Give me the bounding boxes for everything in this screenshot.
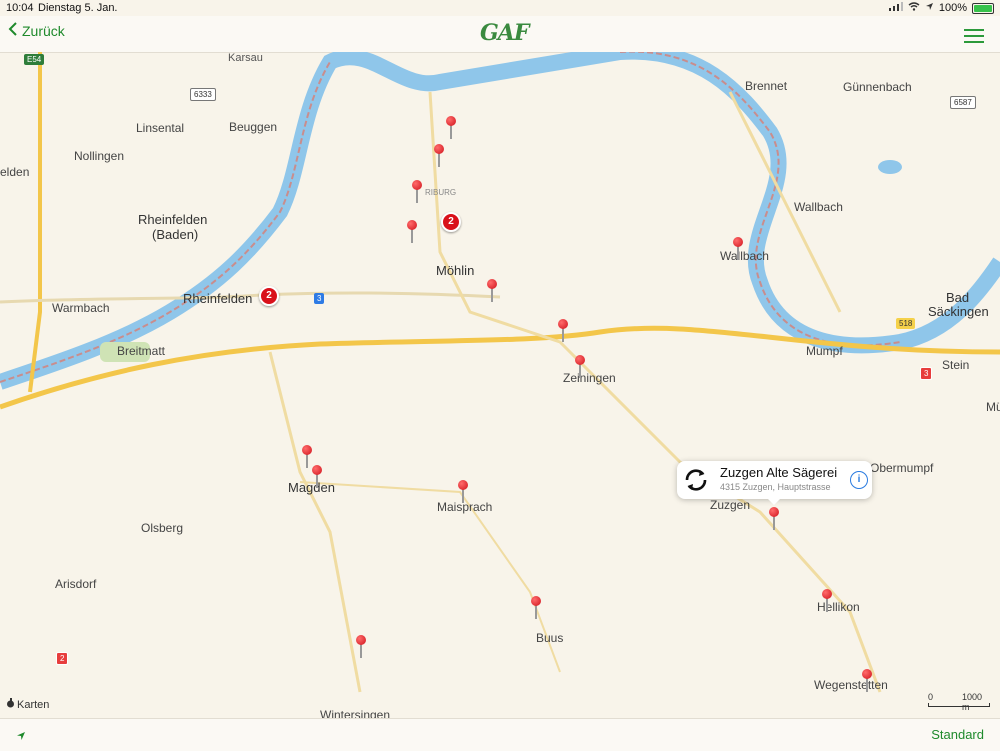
label-riburg: RIBURG xyxy=(425,188,457,197)
label-rheinfelden-baden: Rheinfelden xyxy=(138,212,208,227)
pin-cluster[interactable]: 2 xyxy=(441,212,461,232)
hamburger-menu-icon[interactable] xyxy=(964,25,984,47)
back-button[interactable]: Zurück xyxy=(8,22,65,39)
map-pin[interactable] xyxy=(575,355,585,379)
road-badge-6587: 6587 xyxy=(950,96,976,109)
road-badge-e54: E54 xyxy=(24,54,45,65)
map-view[interactable]: Karsau Beuggen Linsental Nollingen elden… xyxy=(0,52,1000,722)
scale-distance: 1000 m xyxy=(962,692,983,712)
label-olsberg: Olsberg xyxy=(141,521,184,535)
label-obermumpf: Obermumpf xyxy=(870,461,934,475)
map-pin[interactable] xyxy=(862,669,872,693)
label-saeckingen: Säckingen xyxy=(928,304,989,319)
apple-logo-icon xyxy=(6,698,15,711)
app-logo: GAF xyxy=(480,20,529,46)
map-pin[interactable] xyxy=(558,319,568,343)
refresh-icon[interactable] xyxy=(683,467,709,493)
label-warmbach: Warmbach xyxy=(52,301,110,315)
map-pin[interactable] xyxy=(312,465,322,489)
navigation-bar: Zurück GAF xyxy=(0,16,1000,53)
map-background xyxy=(0,52,1000,693)
label-brennet: Brennet xyxy=(745,79,788,93)
label-wallbach-top: Wallbach xyxy=(794,200,843,214)
label-elden: elden xyxy=(0,165,30,179)
road-magden xyxy=(268,351,362,693)
road-badge-2: 2 xyxy=(56,652,69,665)
label-arisdorf: Arisdorf xyxy=(55,577,97,591)
map-pin[interactable] xyxy=(302,445,312,469)
road-valley xyxy=(428,91,882,693)
road-e54 xyxy=(28,52,42,393)
status-time: 10:04 xyxy=(6,2,34,14)
label-mumpf: Mumpf xyxy=(806,344,843,358)
callout-subtitle: 4315 Zuzgen, Hauptstrasse xyxy=(720,482,831,492)
label-mu: Mü xyxy=(986,400,1000,414)
label-buus: Buus xyxy=(536,631,564,645)
map-pin[interactable] xyxy=(531,596,541,620)
lake xyxy=(878,160,902,174)
label-breitmatt: Breitmatt xyxy=(117,344,166,358)
map-pin-selected[interactable] xyxy=(769,507,779,531)
map-pin[interactable] xyxy=(487,279,497,303)
back-label: Zurück xyxy=(22,22,65,39)
map-type-button[interactable]: Standard xyxy=(931,727,984,742)
road-badge-3-east: 3 xyxy=(920,367,933,380)
map-pin[interactable] xyxy=(446,116,456,140)
map-pin[interactable] xyxy=(733,237,743,261)
label-zeiningen: Zeiningen xyxy=(563,371,616,385)
status-bar: 10:04 Dienstag 5. Jan. 100% xyxy=(0,0,1000,16)
karten-label: Karten xyxy=(17,698,50,711)
label-wallbach: Wallbach xyxy=(720,249,769,263)
chevron-left-icon xyxy=(8,22,18,39)
label-stein: Stein xyxy=(942,358,970,372)
rhine-river-east xyxy=(620,52,1000,354)
apple-maps-attribution: Karten xyxy=(6,698,49,711)
map-pin[interactable] xyxy=(407,220,417,244)
signal-icon xyxy=(888,2,903,14)
bottom-toolbar: Standard xyxy=(0,718,1000,751)
map-pin[interactable] xyxy=(458,480,468,504)
label-rheinfelden: Rheinfelden xyxy=(183,291,253,306)
callout-title: Zuzgen Alte Sägerei xyxy=(720,465,838,480)
road-badge-518: 518 xyxy=(896,318,916,329)
battery-icon xyxy=(972,2,994,14)
scale-zero: 0 xyxy=(928,692,934,702)
pin-callout[interactable]: Zuzgen Alte Sägerei 4315 Zuzgen, Hauptst… xyxy=(677,461,872,505)
battery-percent: 100% xyxy=(938,2,967,14)
label-nollingen: Nollingen xyxy=(74,149,125,163)
road-badge-3: 3 xyxy=(314,293,325,304)
label-wegenstetten: Wegenstetten xyxy=(814,678,888,692)
map-pin[interactable] xyxy=(434,144,444,168)
info-icon[interactable]: i xyxy=(850,471,868,489)
wifi-icon xyxy=(908,2,920,14)
label-linsental: Linsental xyxy=(136,121,185,135)
location-services-icon xyxy=(925,2,934,14)
map-pin[interactable] xyxy=(356,635,366,659)
road-badge-6333: 6333 xyxy=(190,88,216,101)
label-baden: (Baden) xyxy=(152,227,199,242)
status-indicators: 100% xyxy=(888,2,994,14)
map-scale: 0 1000 m xyxy=(928,692,990,712)
label-beuggen: Beuggen xyxy=(229,120,278,134)
map-pin[interactable] xyxy=(412,180,422,204)
map-pin[interactable] xyxy=(822,589,832,613)
label-guennenbach: Günnenbach xyxy=(843,80,912,94)
label-moehlin: Möhlin xyxy=(436,263,475,278)
label-bad: Bad xyxy=(946,290,970,305)
label-zuzgen: Zuzgen xyxy=(710,498,751,512)
label-karsau: Karsau xyxy=(228,52,263,64)
pin-cluster[interactable]: 2 xyxy=(259,286,279,306)
status-date: Dienstag 5. Jan. xyxy=(38,2,118,14)
